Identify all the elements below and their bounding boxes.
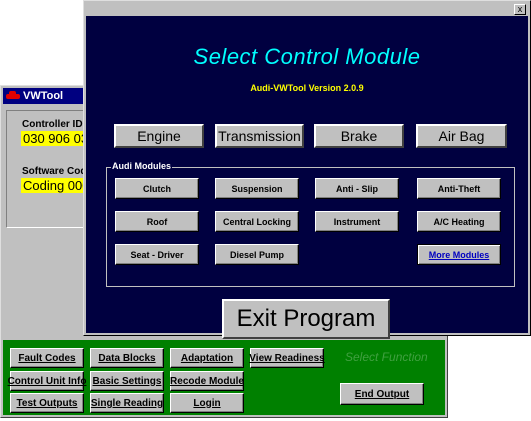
basic-settings-button[interactable]: Basic Settings (90, 371, 164, 391)
controller-info-panel: Controller ID N 030 906 03 Software Codi… (6, 110, 93, 228)
dialog-title-bar[interactable]: x (86, 3, 528, 15)
function-panel: Fault Codes Data Blocks Adaptation View … (3, 340, 445, 415)
car-icon (6, 91, 20, 101)
data-blocks-button[interactable]: Data Blocks (90, 348, 164, 368)
transmission-button[interactable]: Transmission (215, 124, 304, 148)
roof-button[interactable]: Roof (115, 211, 199, 232)
select-control-module-dialog: x Select Control Module Audi-VWTool Vers… (83, 0, 531, 339)
controller-id-value: 030 906 03 (21, 131, 91, 146)
engine-button[interactable]: Engine (114, 124, 204, 148)
seat-driver-button[interactable]: Seat - Driver (115, 244, 199, 265)
suspension-button[interactable]: Suspension (215, 178, 299, 199)
more-modules-button[interactable]: More Modules (417, 244, 501, 265)
dialog-body: Select Control Module Audi-VWTool Versio… (86, 16, 528, 339)
instrument-button[interactable]: Instrument (315, 211, 399, 232)
view-readiness-button[interactable]: View Readiness (249, 348, 325, 368)
anti-theft-button[interactable]: Anti-Theft (417, 178, 501, 199)
air-bag-button[interactable]: Air Bag (416, 124, 507, 148)
test-outputs-button[interactable]: Test Outputs (10, 393, 84, 413)
recode-module-button[interactable]: Recode Module (170, 371, 244, 391)
login-button[interactable]: Login (170, 393, 244, 413)
vwtool-title: VWTool (23, 90, 64, 102)
software-coding-value: Coding 000 (21, 178, 92, 193)
page-title: Select Control Module (193, 44, 421, 69)
ac-heating-button[interactable]: A/C Heating (417, 211, 501, 232)
control-unit-info-button[interactable]: Control Unit Info (8, 371, 86, 391)
anti-slip-button[interactable]: Anti - Slip (315, 178, 399, 199)
controller-id-label: Controller ID N (22, 119, 93, 130)
diesel-pump-button[interactable]: Diesel Pump (215, 244, 299, 265)
audi-modules-label: Audi Modules (111, 161, 172, 171)
fault-codes-button[interactable]: Fault Codes (10, 348, 84, 368)
adaptation-button[interactable]: Adaptation (170, 348, 244, 368)
central-locking-button[interactable]: Central Locking (215, 211, 299, 232)
select-function-label: Select Function (345, 350, 428, 364)
audi-modules-group: Audi Modules Clutch Suspension Anti - Sl… (106, 161, 515, 287)
close-button[interactable]: x (514, 4, 526, 15)
brake-button[interactable]: Brake (314, 124, 404, 148)
version-label: Audi-VWTool Version 2.0.9 (250, 83, 364, 93)
clutch-button[interactable]: Clutch (115, 178, 199, 199)
exit-program-button[interactable]: Exit Program (222, 299, 390, 339)
single-reading-button[interactable]: Single Reading (90, 393, 164, 413)
end-output-button[interactable]: End Output (340, 383, 424, 405)
